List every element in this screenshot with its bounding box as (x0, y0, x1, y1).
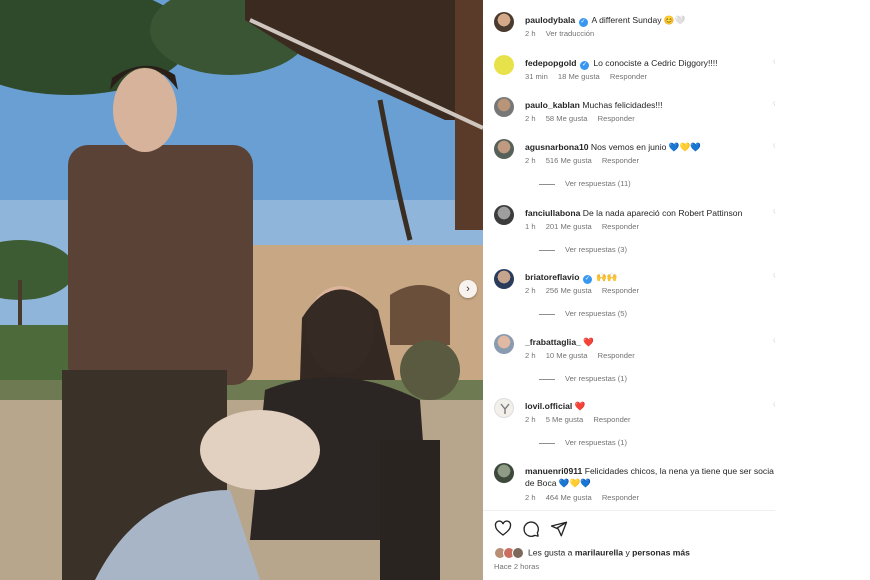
like-count[interactable]: 58 Me gusta (546, 114, 588, 123)
comment-time: 2 h (525, 29, 536, 38)
view-replies-button[interactable]: Ver respuestas (1) (539, 438, 627, 447)
comment-text: Muchas felicidades!!! (582, 100, 663, 110)
comment-time: 2 h (525, 415, 536, 424)
comment-text: A different Sunday 😊🤍 (591, 15, 686, 25)
likes-others-link[interactable]: personas más (632, 547, 690, 557)
replies-line (539, 249, 555, 251)
reply-button[interactable]: Responder (602, 156, 639, 165)
username[interactable]: agusnarbona10 (525, 142, 589, 152)
brand-logo-icon (500, 403, 510, 414)
translate-link[interactable]: Ver traducción (546, 29, 595, 38)
like-count[interactable]: 516 Me gusta (546, 156, 592, 165)
view-replies-button[interactable]: Ver respuestas (3) (539, 245, 627, 254)
heart-icon[interactable] (494, 520, 512, 538)
like-count[interactable]: 201 Me gusta (546, 222, 592, 231)
reply-button[interactable]: Responder (593, 415, 630, 424)
comment-time: 31 min (525, 72, 548, 81)
comment-text: De la nada apareció con Robert Pattinson (582, 208, 743, 218)
reply-button[interactable]: Responder (602, 222, 639, 231)
view-replies-button[interactable]: Ver respuestas (1) (539, 374, 627, 383)
replies-line (539, 313, 555, 315)
view-replies-button[interactable]: Ver respuestas (11) (539, 179, 631, 188)
comment-text: ❤️ (574, 401, 586, 411)
comment-time: 1 h (525, 222, 536, 231)
comment-time: 2 h (525, 493, 536, 502)
reply-button[interactable]: Responder (602, 493, 639, 502)
like-count[interactable]: 464 Me gusta (546, 493, 592, 502)
username[interactable]: briatoreflavio (525, 272, 579, 282)
comment-time: 2 h (525, 114, 536, 123)
next-photo-button[interactable]: › (459, 280, 477, 298)
comment-text: 🙌🙌 (596, 272, 618, 282)
verified-badge-icon: ✓ (578, 18, 588, 27)
avatar[interactable] (494, 55, 514, 75)
view-replies-button[interactable]: Ver respuestas (5) (539, 309, 627, 318)
share-icon[interactable] (550, 520, 568, 538)
divider (483, 510, 775, 511)
replies-line (539, 378, 555, 380)
username[interactable]: fedepopgold (525, 58, 577, 68)
comment-text: ❤️ (583, 337, 594, 347)
like-count[interactable]: 256 Me gusta (546, 286, 592, 295)
avatar[interactable] (494, 97, 514, 117)
username[interactable]: _frabattaglia_ (525, 337, 581, 347)
avatar[interactable] (494, 269, 514, 289)
photo-illustration (0, 0, 483, 580)
liker-avatars[interactable] (494, 547, 526, 559)
liker-username[interactable]: marilaurella (575, 547, 623, 557)
comment-icon[interactable] (522, 520, 540, 538)
replies-line (539, 183, 555, 185)
like-count[interactable]: 18 Me gusta (558, 72, 600, 81)
comment-text: Lo conociste a Cedric Diggory!!!! (593, 58, 718, 68)
avatar[interactable] (494, 334, 514, 354)
comments-panel: paulodybala ✓ A different Sunday 😊🤍 2 h … (483, 0, 775, 580)
avatar[interactable] (494, 398, 514, 418)
username[interactable]: paulodybala (525, 15, 575, 25)
post-actions (494, 520, 568, 540)
avatar[interactable] (494, 139, 514, 159)
reply-button[interactable]: Responder (598, 114, 635, 123)
reply-button[interactable]: Responder (610, 72, 647, 81)
post-photo: › (0, 0, 483, 580)
post-time: Hace 2 horas (494, 562, 540, 571)
username[interactable]: lovil.official (525, 401, 572, 411)
chevron-right-icon: › (466, 283, 470, 295)
comment-time: 2 h (525, 286, 536, 295)
like-count[interactable]: 10 Me gusta (546, 351, 588, 360)
background-area (775, 0, 870, 580)
avatar[interactable] (494, 205, 514, 225)
verified-badge-icon: ✓ (579, 61, 589, 70)
avatar[interactable] (494, 12, 514, 32)
likes-summary: Les gusta a marilaurella y personas más (494, 547, 690, 559)
like-count[interactable]: 5 Me gusta (546, 415, 584, 424)
comment-time: 2 h (525, 351, 536, 360)
replies-line (539, 442, 555, 444)
avatar[interactable] (494, 463, 514, 483)
reply-button[interactable]: Responder (598, 351, 635, 360)
username[interactable]: fanciullabona (525, 208, 580, 218)
comment-text: Nos vemos en junio 💙💛💙 (590, 142, 701, 152)
verified-badge-icon: ✓ (582, 275, 592, 284)
reply-button[interactable]: Responder (602, 286, 639, 295)
username[interactable]: manuenri0911 (525, 466, 582, 476)
username[interactable]: paulo_kablan (525, 100, 580, 110)
comment-time: 2 h (525, 156, 536, 165)
